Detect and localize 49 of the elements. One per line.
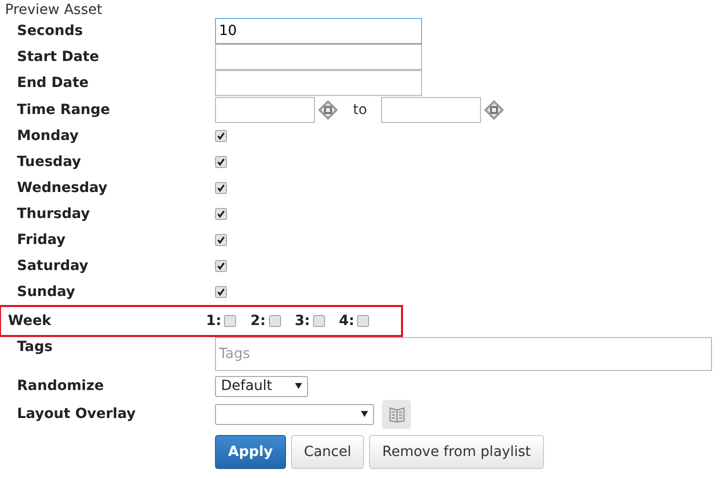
field-label: Tags xyxy=(17,338,54,355)
checkbox[interactable] xyxy=(215,130,227,142)
field-label: Friday xyxy=(17,232,67,248)
secondary-button[interactable]: Remove from playlist xyxy=(369,435,544,469)
week-label: 2: xyxy=(250,313,266,329)
range-separator: to xyxy=(353,102,368,118)
book-icon xyxy=(388,405,404,423)
week-label: 1: xyxy=(206,313,222,329)
panel-title: Preview Asset xyxy=(4,1,104,18)
time-field[interactable] xyxy=(381,96,482,122)
checkbox[interactable] xyxy=(268,315,281,327)
primary-button[interactable]: Apply xyxy=(215,435,286,469)
book-button[interactable] xyxy=(382,400,411,428)
time-field[interactable] xyxy=(215,96,315,122)
field-label: Time Range xyxy=(17,102,112,118)
input-field[interactable] xyxy=(215,44,422,70)
dropdown[interactable] xyxy=(215,404,374,424)
checkbox[interactable] xyxy=(215,182,227,194)
secondary-button[interactable]: Cancel xyxy=(290,435,364,469)
checkbox[interactable] xyxy=(215,260,227,272)
week-label: 3: xyxy=(294,313,310,329)
checkbox[interactable] xyxy=(215,286,227,298)
dropdown[interactable]: Default xyxy=(215,376,308,396)
caret-icon xyxy=(295,383,302,389)
field-label: End Date xyxy=(17,75,90,91)
week-label: 4: xyxy=(339,313,354,329)
caret-icon xyxy=(361,411,368,417)
input-field[interactable] xyxy=(215,70,422,96)
field-label: Thursday xyxy=(17,206,91,222)
field-label: Start Date xyxy=(17,49,100,65)
input-field[interactable]: 10 xyxy=(215,18,422,44)
time-picker-icon[interactable] xyxy=(317,98,339,120)
checkbox[interactable] xyxy=(224,315,236,327)
checkbox[interactable] xyxy=(357,315,370,327)
field-label: Layout Overlay xyxy=(17,406,137,422)
field-label: Seconds xyxy=(17,23,84,39)
tags-field[interactable]: Tags xyxy=(215,337,712,371)
field-label: Randomize xyxy=(17,378,105,394)
field-label: Monday xyxy=(17,128,80,144)
field-label: Tuesday xyxy=(17,154,82,170)
checkbox[interactable] xyxy=(215,234,227,246)
checkbox[interactable] xyxy=(313,315,326,327)
field-label: Wednesday xyxy=(17,180,108,196)
time-picker-icon[interactable] xyxy=(483,98,506,120)
field-label: Sunday xyxy=(17,284,76,300)
field-label: Saturday xyxy=(17,258,90,274)
checkbox[interactable] xyxy=(215,156,227,168)
checkbox[interactable] xyxy=(215,208,227,220)
field-label: Week xyxy=(8,313,52,329)
